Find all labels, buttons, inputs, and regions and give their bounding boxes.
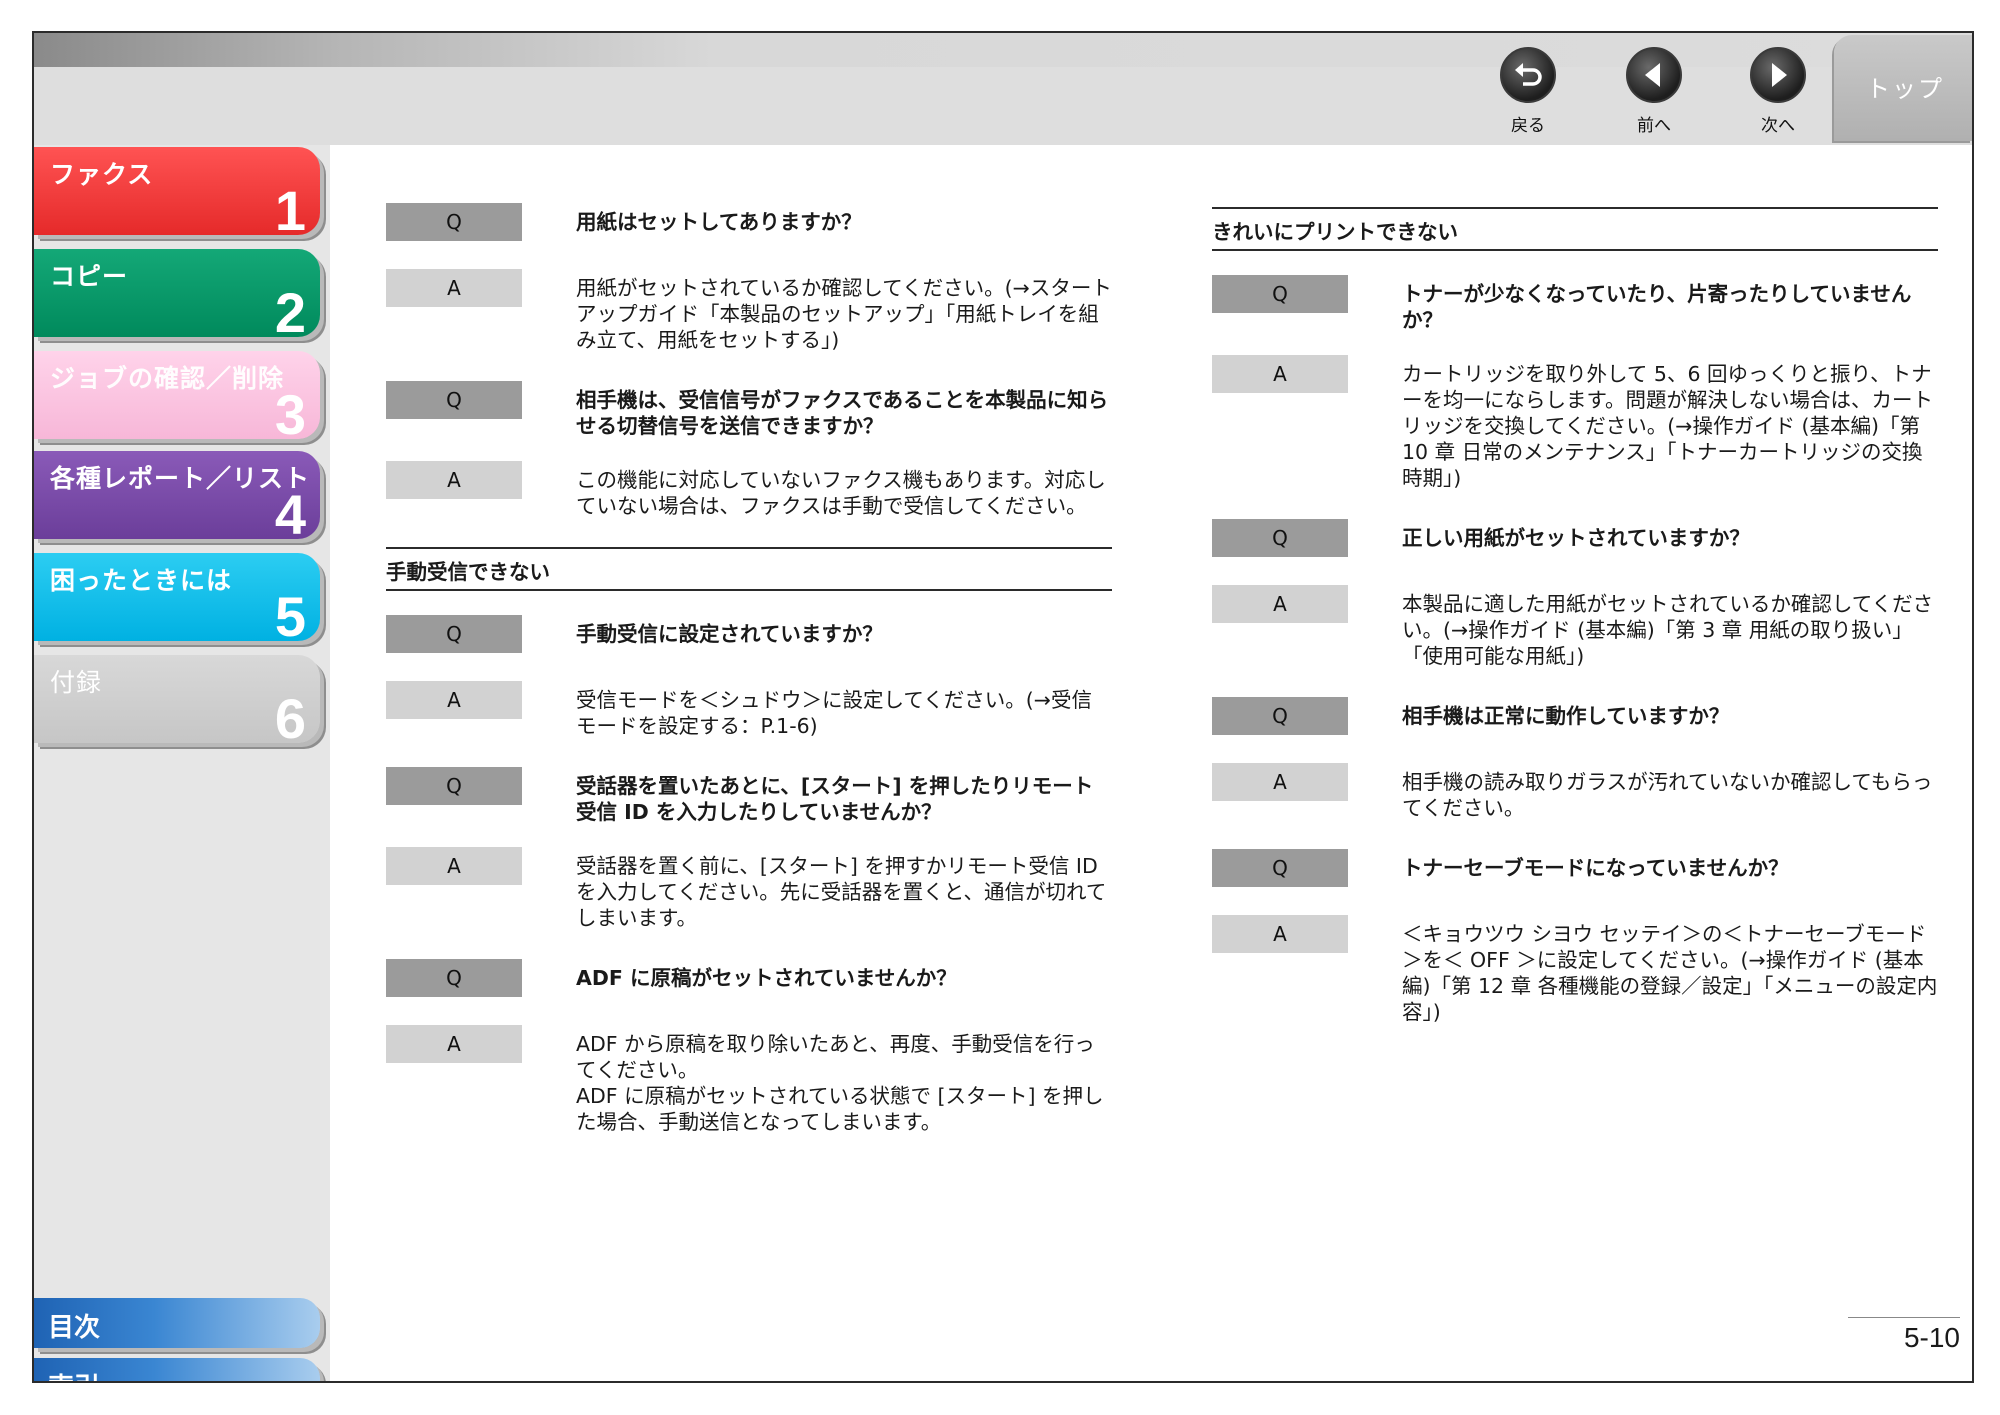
chapter-number: 2 (274, 281, 306, 337)
answer-text: 受信モードを＜シュドウ＞に設定してください。(→受信モードを設定する：P.1-6… (576, 688, 1092, 738)
prev-label: 前へ (1637, 116, 1671, 136)
chapter-title: コピー (50, 262, 129, 291)
next-arrow-icon (1750, 47, 1806, 103)
chapter-title: ジョブの確認／削除 (50, 364, 285, 393)
question-block: Q ADF に原稿がセットされていませんか？ (386, 959, 1112, 1003)
chapter-title: 付録 (50, 668, 103, 697)
q-badge: Q (386, 959, 522, 997)
answer-text: 本製品に適した用紙がセットされているか確認してください。(→操作ガイド (基本編… (1402, 592, 1934, 668)
a-badge: A (386, 847, 522, 885)
chapter-title: ファクス (50, 160, 154, 189)
answer-block: A 用紙がセットされているか確認してください。(→スタートアップガイド「本製品の… (386, 269, 1112, 353)
toc-tab[interactable]: 目次 (34, 1298, 320, 1348)
index-tab[interactable]: 索引 (34, 1358, 320, 1381)
a-badge: A (386, 461, 522, 499)
question-block: Q 手動受信に設定されていますか？ (386, 615, 1112, 659)
chapter-tab-5[interactable]: 困ったときには 5 (34, 553, 320, 641)
question-text: トナーが少なくなっていたり、片寄ったりしていませんか？ (1402, 282, 1912, 332)
back-button[interactable]: 戻る (1478, 47, 1578, 136)
question-block: Q 相手機は、受信信号がファクスであることを本製品に知らせる切替信号を送信できま… (386, 381, 1112, 439)
answer-block: A カートリッジを取り外して 5、6 回ゆっくりと振り、トナーを均一にならします… (1212, 355, 1938, 491)
top-page-tab[interactable]: トップ (1834, 35, 1972, 141)
chapter-tab-6[interactable]: 付録 6 (34, 655, 320, 743)
a-badge: A (386, 269, 522, 307)
question-text: 相手機は、受信信号がファクスであることを本製品に知らせる切替信号を送信できますか… (576, 388, 1109, 438)
q-badge: Q (386, 381, 522, 419)
answer-block: A ADF から原稿を取り除いたあと、再度、手動受信を行ってください。 ADF … (386, 1025, 1112, 1135)
a-badge: A (1212, 355, 1348, 393)
a-badge: A (1212, 915, 1348, 953)
q-badge: Q (386, 203, 522, 241)
a-badge: A (386, 681, 522, 719)
prev-button[interactable]: 前へ (1604, 47, 1704, 136)
toc-label: 目次 (48, 1313, 101, 1343)
answer-text: 受話器を置く前に、[スタート] を押すかリモート受信 ID を入力してください。… (576, 854, 1107, 930)
answer-block: A ＜キョウツウ シヨウ セッテイ＞の＜トナーセーブモード＞を＜ OFF ＞に設… (1212, 915, 1938, 1025)
a-badge: A (386, 1025, 522, 1063)
answer-block: A 受話器を置く前に、[スタート] を押すかリモート受信 ID を入力してくださ… (386, 847, 1112, 931)
chapter-tab-3[interactable]: ジョブの確認／削除 3 (34, 351, 320, 439)
q-badge: Q (1212, 849, 1348, 887)
chapter-title: 困ったときには (50, 566, 233, 595)
answer-text: ＜キョウツウ シヨウ セッテイ＞の＜トナーセーブモード＞を＜ OFF ＞に設定し… (1402, 922, 1938, 1024)
answer-text: ADF から原稿を取り除いたあと、再度、手動受信を行ってください。 ADF に原… (576, 1025, 1112, 1135)
chapter-sidebar: ファクス 1 コピー 2 ジョブの確認／削除 3 各種レポート／リスト 4 困っ… (34, 145, 330, 1381)
page-number: 5-10 (1848, 1317, 1960, 1354)
chapter-number: 6 (274, 687, 306, 743)
section-heading: 手動受信できない (386, 547, 1112, 591)
question-text: 手動受信に設定されていますか？ (576, 622, 883, 646)
right-column: きれいにプリントできない Q トナーが少なくなっていたり、片寄ったりしていません… (1212, 203, 1938, 1053)
question-text: ADF に原稿がセットされていませんか？ (576, 966, 957, 990)
q-badge: Q (1212, 519, 1348, 557)
left-column: Q 用紙はセットしてありますか？ A 用紙がセットされているか確認してください。… (386, 203, 1112, 1163)
chapter-title: 各種レポート／リスト (50, 464, 311, 493)
question-block: Q トナーが少なくなっていたり、片寄ったりしていませんか？ (1212, 275, 1938, 333)
chapter-tab-1[interactable]: ファクス 1 (34, 147, 320, 235)
back-icon (1500, 47, 1556, 103)
q-badge: Q (386, 615, 522, 653)
next-button[interactable]: 次へ (1728, 47, 1828, 136)
chapter-tab-4[interactable]: 各種レポート／リスト 4 (34, 451, 320, 539)
a-badge: A (1212, 763, 1348, 801)
answer-text: この機能に対応していないファクス機もあります。対応していない場合は、ファクスは手… (576, 468, 1106, 518)
question-block: Q 用紙はセットしてありますか？ (386, 203, 1112, 247)
answer-block: A この機能に対応していないファクス機もあります。対応していない場合は、ファクス… (386, 461, 1112, 519)
q-badge: Q (1212, 697, 1348, 735)
question-block: Q 相手機は正常に動作していますか？ (1212, 697, 1938, 741)
question-text: 正しい用紙がセットされていますか？ (1402, 526, 1750, 550)
answer-paragraph: ADF から原稿を取り除いたあと、再度、手動受信を行ってください。 (576, 1032, 1095, 1082)
top-page-label: トップ (1866, 75, 1944, 103)
answer-text: 相手機の読み取りガラスが汚れていないか確認してもらってください。 (1402, 770, 1933, 820)
question-text: 受話器を置いたあとに、[スタート] を押したりリモート受信 ID を入力したりし… (576, 774, 1094, 824)
index-label: 索引 (48, 1367, 100, 1381)
page-frame: 戻る 前へ 次へ トップ ファクス 1 コピー 2 ジョブの確認／削除 3 各種… (32, 31, 1974, 1383)
q-badge: Q (386, 767, 522, 805)
chapter-number: 1 (274, 179, 306, 235)
answer-block: A 受信モードを＜シュドウ＞に設定してください。(→受信モードを設定する：P.1… (386, 681, 1112, 739)
answer-text: カートリッジを取り外して 5、6 回ゆっくりと振り、トナーを均一にならします。問… (1402, 362, 1933, 490)
question-text: 相手機は正常に動作していますか？ (1402, 704, 1730, 728)
chapter-number: 5 (274, 585, 306, 641)
a-badge: A (1212, 585, 1348, 623)
answer-paragraph: ADF に原稿がセットされている状態で [スタート] を押した場合、手動送信とな… (576, 1084, 1104, 1134)
q-badge: Q (1212, 275, 1348, 313)
answer-block: A 本製品に適した用紙がセットされているか確認してください。(→操作ガイド (基… (1212, 585, 1938, 669)
chapter-tab-2[interactable]: コピー 2 (34, 249, 320, 337)
prev-arrow-icon (1626, 47, 1682, 103)
answer-text: 用紙がセットされているか確認してください。(→スタートアップガイド「本製品のセッ… (576, 276, 1112, 352)
question-block: Q 受話器を置いたあとに、[スタート] を押したりリモート受信 ID を入力した… (386, 767, 1112, 825)
chapter-number: 4 (274, 483, 306, 539)
answer-block: A 相手機の読み取りガラスが汚れていないか確認してもらってください。 (1212, 763, 1938, 821)
chapter-number: 3 (274, 383, 306, 439)
next-label: 次へ (1761, 116, 1795, 136)
question-text: トナーセーブモードになっていませんか？ (1402, 856, 1789, 880)
back-label: 戻る (1511, 116, 1545, 136)
question-block: Q トナーセーブモードになっていませんか？ (1212, 849, 1938, 893)
question-block: Q 正しい用紙がセットされていますか？ (1212, 519, 1938, 563)
section-heading: きれいにプリントできない (1212, 207, 1938, 251)
question-text: 用紙はセットしてありますか？ (576, 210, 862, 234)
